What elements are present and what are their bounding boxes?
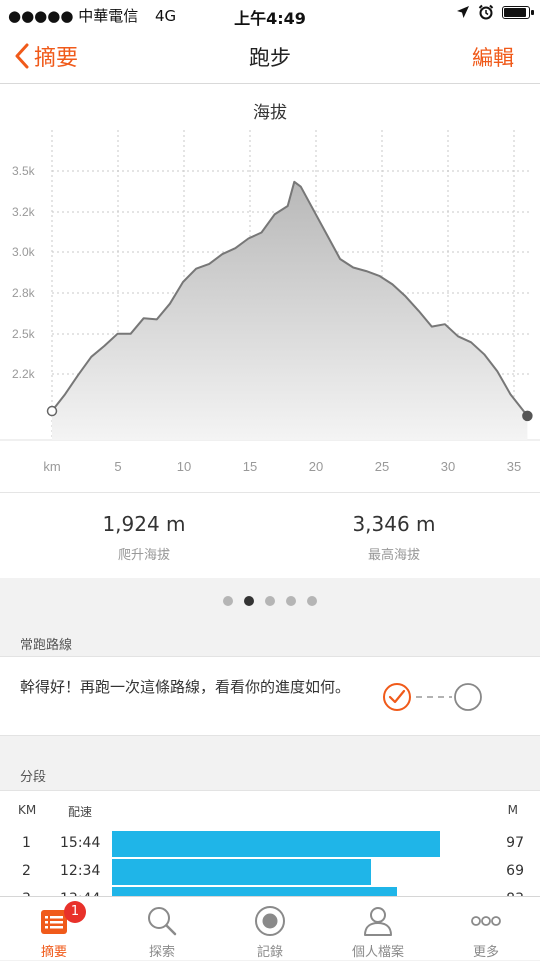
tab-bar: 1 摘要 探索 記錄 個人檔案 更多 [0, 896, 540, 960]
tab-profile[interactable]: 個人檔案 [324, 897, 432, 961]
ascent-value: 1,924 m [102, 512, 186, 536]
split-pace: 12:34 [60, 863, 101, 879]
more-icon [471, 916, 501, 926]
route-card[interactable]: 幹得好！再跑一次這條路線，看看你的進度如何。 [0, 656, 540, 736]
tab-explore[interactable]: 探索 [108, 897, 216, 961]
split-km: 1 [22, 835, 31, 851]
max-elevation-value: 3,346 m [352, 512, 436, 536]
split-bar [112, 831, 440, 857]
tab-more[interactable]: 更多 [432, 897, 540, 961]
tab-profile-label: 個人檔案 [351, 945, 404, 960]
max-elevation-label: 最高海拔 [367, 548, 420, 563]
splits-m-header: M [507, 803, 518, 817]
y-tick-label: 3.0k [12, 245, 36, 259]
profile-icon [364, 907, 392, 936]
tab-record-label: 記錄 [256, 945, 283, 960]
elevation-chart: 2.2k 2.5k 2.8k 3.0k 3.2k 3.5k 5 10 15 20 25 30 35 km [0, 130, 540, 474]
elevation-card: 海拔 2.2k 2.5k 2.8k 3.0k 3.2k 3.5k 5 10 15 20 25 30 35… [0, 84, 540, 578]
start-point [46, 405, 58, 417]
tab-summary-label: 摘要 [40, 945, 67, 960]
record-icon [255, 906, 285, 936]
page-indicator[interactable] [0, 596, 540, 606]
splits-pace-header: 配速 [68, 805, 93, 819]
x-tick-label: 35 [507, 459, 521, 474]
splits-section-header: 分段 [20, 770, 47, 785]
page-dot[interactable] [244, 596, 254, 606]
split-elevation: 97 [506, 835, 524, 851]
split-bar [112, 859, 371, 885]
page-dot[interactable] [307, 596, 317, 606]
splits-km-header: KM [18, 803, 37, 817]
search-icon [148, 907, 177, 936]
notification-badge: 1 [64, 901, 86, 923]
page-dot[interactable] [286, 596, 296, 606]
splits-card: KM 配速 M 115:4497212:3469313:4483 [0, 790, 540, 896]
battery-icon [502, 5, 534, 19]
tab-explore-label: 探索 [148, 945, 175, 960]
ascent-label: 爬升海拔 [117, 548, 170, 563]
x-tick-label: 5 [114, 459, 121, 474]
x-tick-label: 15 [243, 459, 257, 474]
split-km: 2 [22, 863, 31, 879]
divider [0, 492, 540, 493]
y-tick-label: 3.5k [12, 164, 36, 178]
status-icons [456, 4, 534, 20]
x-tick-label: 10 [177, 459, 191, 474]
page-dot[interactable] [265, 596, 275, 606]
route-message: 幹得好！再跑一次這條路線，看看你的進度如何。 [20, 678, 351, 696]
elevation-area [52, 181, 528, 441]
page-title: 跑步 [249, 46, 291, 70]
edit-button[interactable]: 編輯 [472, 42, 514, 72]
tab-record[interactable]: 記錄 [216, 897, 324, 961]
alarm-clock-icon [478, 4, 494, 20]
status-bar: ●●●●● 中華電信 4G 上午4:49 [0, 0, 540, 28]
page-dot[interactable] [223, 596, 233, 606]
split-pace: 15:44 [60, 835, 101, 851]
elevation-title: 海拔 [253, 103, 287, 123]
y-tick-label: 2.8k [12, 286, 36, 300]
tab-summary[interactable]: 1 摘要 [0, 897, 108, 961]
x-unit-label: km [43, 459, 60, 474]
route-section-header: 常跑路線 [20, 638, 73, 653]
split-elevation: 69 [506, 863, 524, 879]
route-progress-icon [383, 683, 482, 711]
nav-bar: 摘要 跑步 編輯 [0, 28, 540, 84]
x-tick-label: 20 [309, 459, 323, 474]
split-bar [112, 887, 397, 896]
x-tick-label: 25 [375, 459, 389, 474]
location-arrow-icon [457, 6, 469, 18]
tab-more-label: 更多 [472, 945, 499, 960]
y-tick-label: 2.2k [12, 367, 36, 381]
y-tick-label: 3.2k [12, 205, 36, 219]
end-point [522, 410, 533, 422]
x-tick-label: 30 [441, 459, 455, 474]
y-tick-label: 2.5k [12, 327, 36, 341]
